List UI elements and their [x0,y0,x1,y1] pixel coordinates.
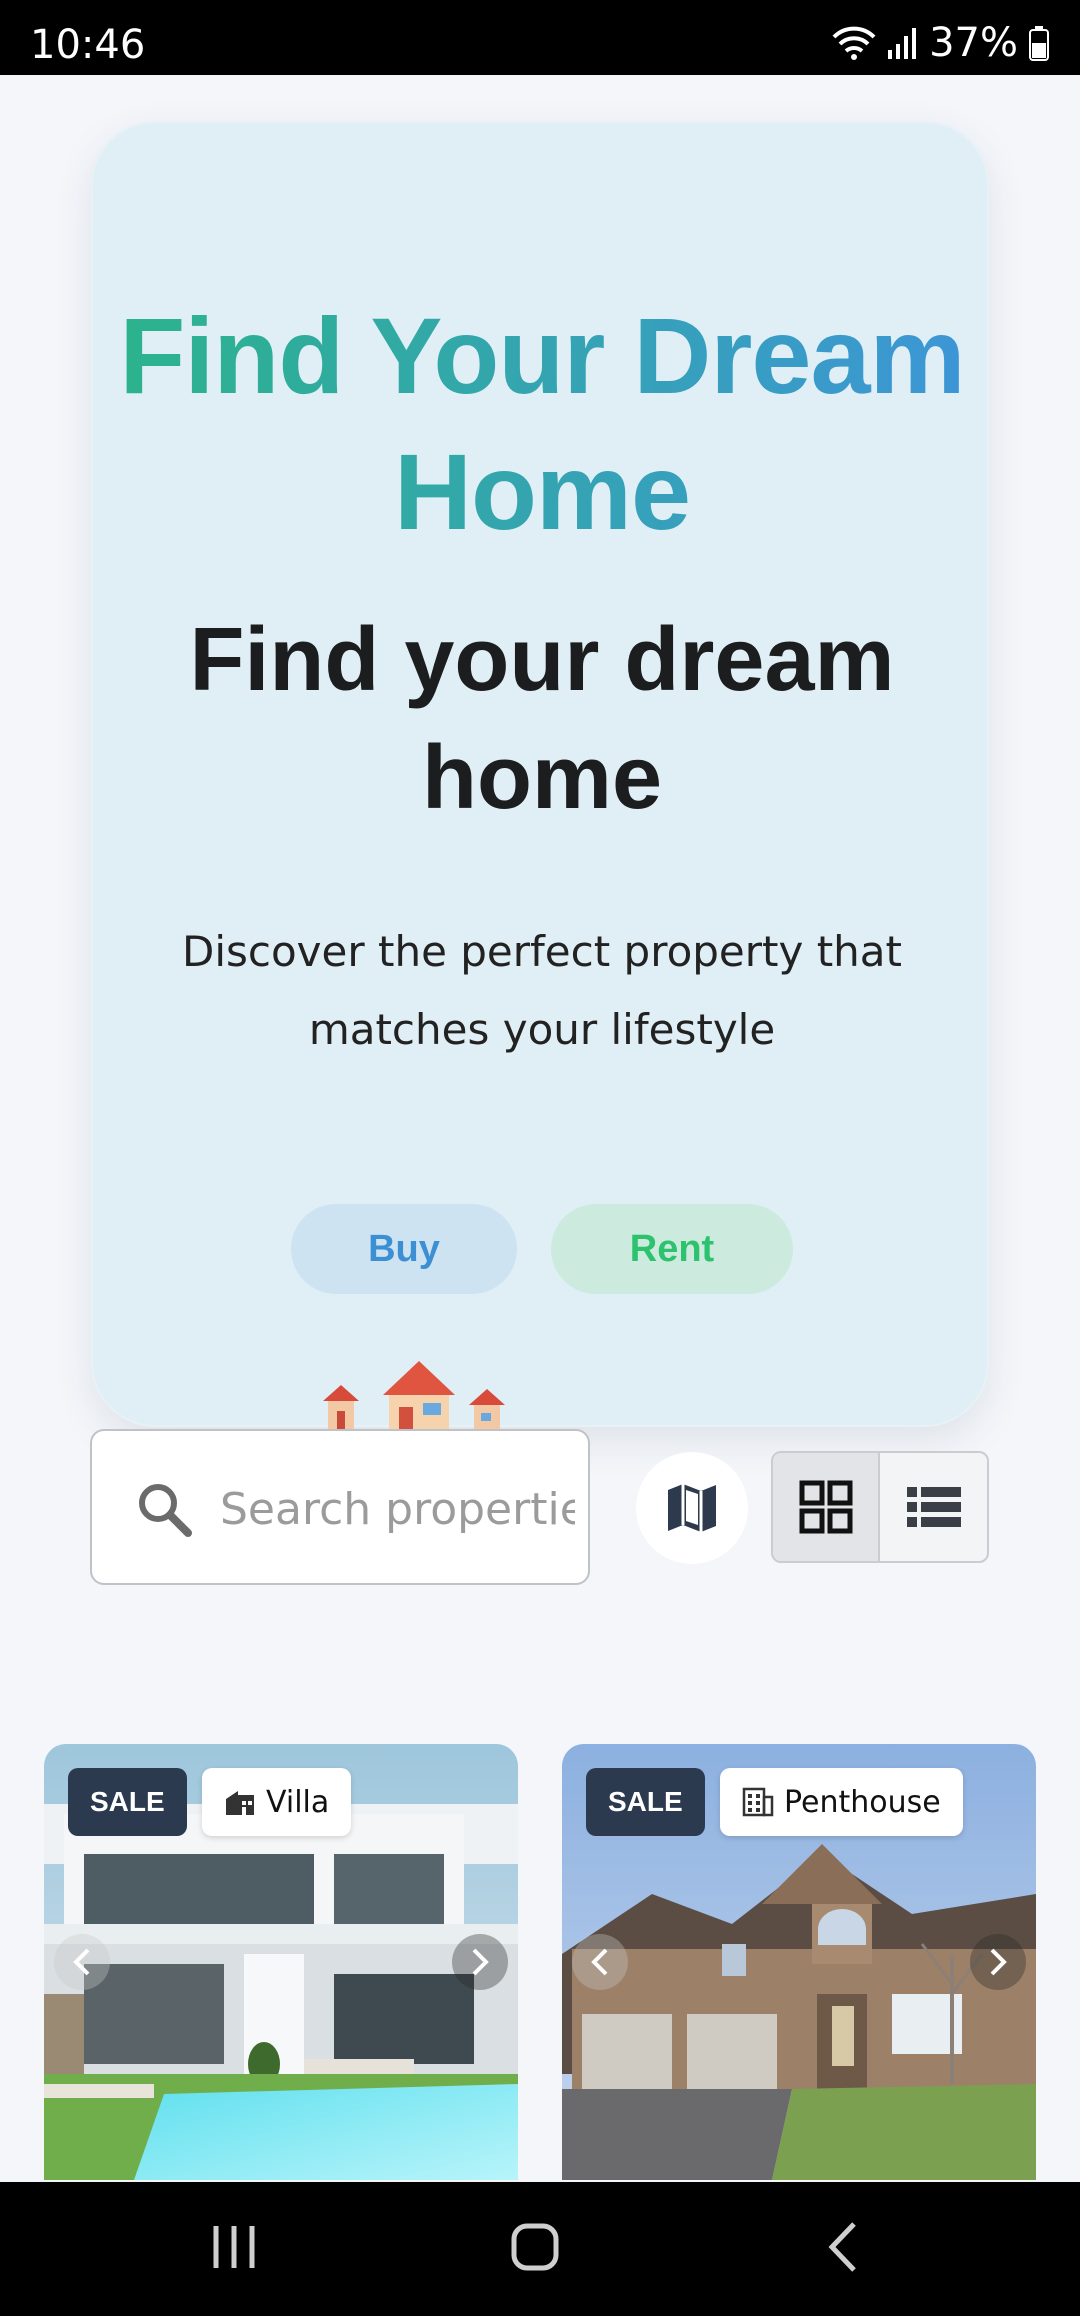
sale-badge: SALE [68,1768,187,1836]
hero-subtitle: Find your dream home [189,610,895,828]
home-icon[interactable] [510,2212,560,2282]
search-box[interactable] [90,1429,590,1585]
rent-button[interactable]: Rent [551,1204,793,1294]
previous-photo-button[interactable] [572,1934,628,1990]
recent-apps-icon[interactable] [210,2212,260,2282]
back-icon[interactable] [818,2212,868,2282]
property-type-badge: Penthouse [720,1768,963,1836]
property-type-label: Villa [266,1784,330,1820]
hero-card: Find Your Dream Home Find your dream hom… [91,121,991,1429]
signal-icon [888,28,917,59]
chevron-left-icon [591,1948,608,1976]
battery-percent: 37% [929,20,1018,66]
list-icon [906,1487,961,1527]
houses-illustration [323,1361,505,1429]
building-icon [742,1787,774,1817]
buy-button[interactable]: Buy [291,1204,517,1294]
grid-view-button[interactable] [773,1453,881,1561]
sale-badge: SALE [586,1768,705,1836]
status-icons: 37% [831,20,1050,66]
property-card[interactable]: SALE Villa [44,1744,518,2180]
system-nav-bar [0,2182,1080,2316]
chevron-right-icon [472,1948,489,1976]
next-photo-button[interactable] [452,1934,508,1990]
wifi-icon [832,26,876,60]
next-photo-button[interactable] [970,1934,1026,1990]
status-time: 10:46 [30,22,146,68]
list-view-button[interactable] [880,1453,987,1561]
property-type-badge: Villa [202,1768,352,1836]
status-bar: 10:46 37% [0,0,1080,75]
search-icon [139,1484,192,1537]
map-button[interactable] [636,1452,748,1564]
battery-icon [1029,26,1049,61]
grid-icon [799,1480,852,1534]
previous-photo-button[interactable] [54,1934,110,1990]
property-card[interactable]: SALE Penthouse [562,1744,1036,2180]
chevron-left-icon [73,1948,90,1976]
hero-title: Find Your Dream Home [93,288,991,560]
chevron-right-icon [990,1948,1007,1976]
hero-description: Discover the perfect property that match… [181,927,902,1054]
map-icon [668,1484,716,1532]
villa-icon [226,1791,254,1815]
search-input[interactable] [220,1471,575,1547]
view-toggle [771,1451,989,1563]
property-type-label: Penthouse [784,1784,941,1820]
